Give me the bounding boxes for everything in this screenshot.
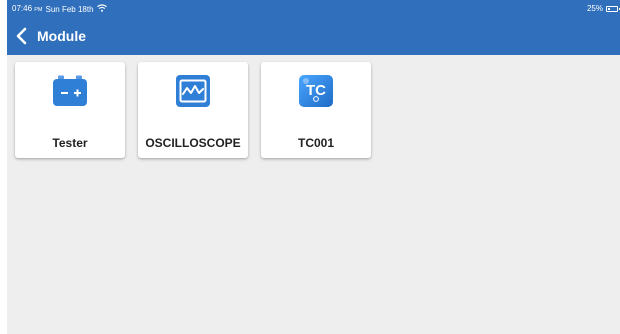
status-ampm: PM [34, 7, 43, 13]
status-bar-right: 25% [586, 4, 620, 14]
status-date: Sun Feb 18th [45, 4, 94, 14]
app-screen: 07:46 PM Sun Feb 18th 25% Module Tester … [7, 0, 620, 334]
battery-icon [606, 6, 620, 12]
oscilloscope-icon [176, 75, 210, 107]
page-title: Module [37, 28, 86, 44]
module-tile-tc001[interactable]: TC TC001 [261, 62, 371, 158]
status-bar-left: 07:46 PM Sun Feb 18th [12, 4, 107, 15]
module-label: Tester [52, 136, 88, 150]
status-time-value: 07:46 [12, 4, 33, 13]
wifi-icon [96, 4, 107, 15]
module-label: TC001 [297, 136, 335, 150]
module-label: OSCILLOSCOPE [145, 136, 241, 150]
app-bar: 07:46 PM Sun Feb 18th 25% Module [7, 0, 620, 55]
status-time: 07:46 PM [12, 4, 43, 15]
module-tile-oscilloscope[interactable]: OSCILLOSCOPE [138, 62, 248, 158]
back-button[interactable] [12, 26, 30, 46]
chevron-left-icon [16, 27, 27, 45]
battery-fill [608, 8, 610, 10]
battery-tester-icon [53, 75, 87, 106]
module-tile-tester[interactable]: Tester [15, 62, 125, 158]
tc001-logo-icon: TC [299, 75, 333, 107]
battery-percent: 25% [586, 4, 603, 13]
